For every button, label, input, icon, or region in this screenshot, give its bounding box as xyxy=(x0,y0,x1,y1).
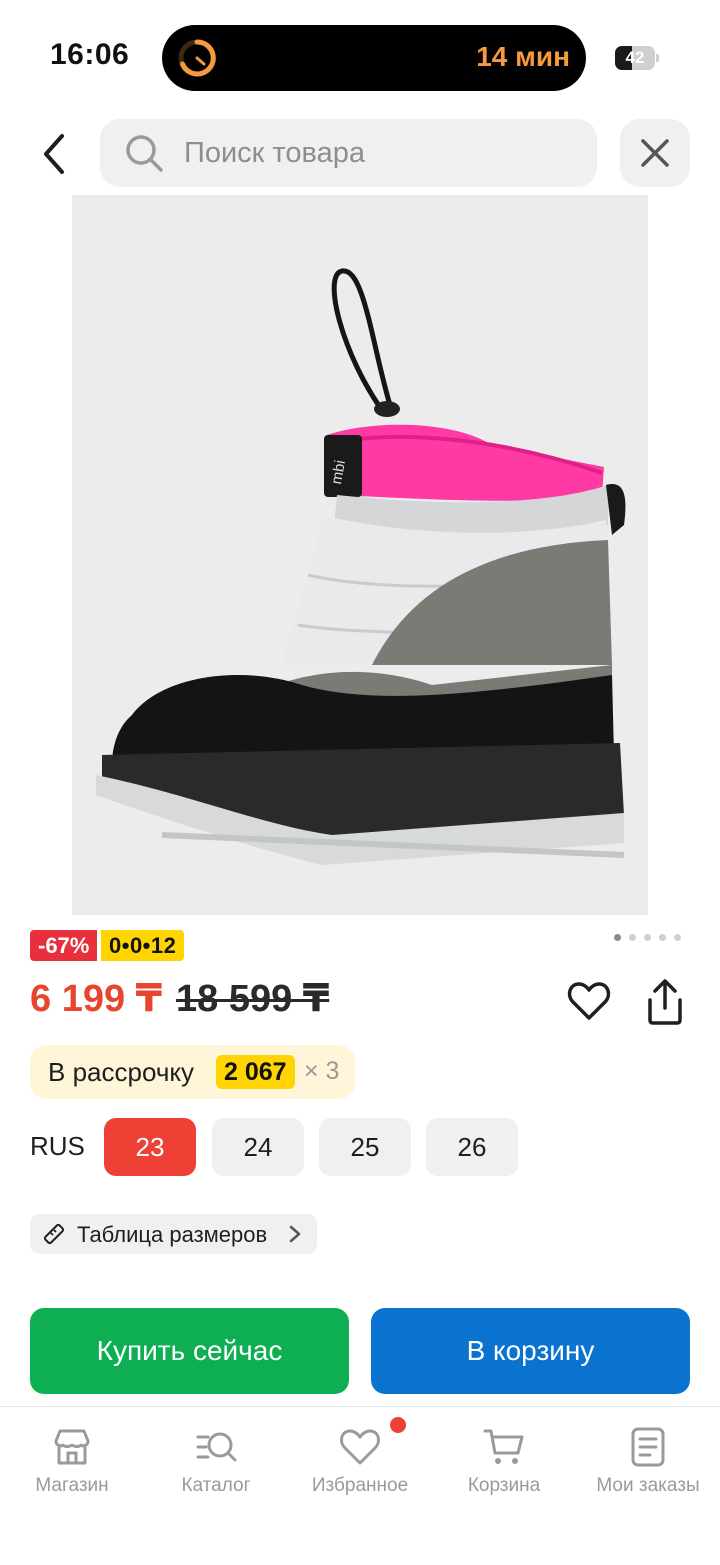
cart-icon xyxy=(483,1429,524,1464)
product-boot-photo: mbi xyxy=(72,195,648,915)
size-option-24[interactable]: 24 xyxy=(212,1118,304,1176)
dynamic-island[interactable]: 14 мин xyxy=(162,25,586,91)
search-input[interactable] xyxy=(184,119,584,187)
nav-label-store: Магазин xyxy=(35,1475,109,1496)
bottom-navigation: Магазин Каталог Избранное Корзина Мои за… xyxy=(0,1406,720,1565)
chevron-left-icon xyxy=(44,134,64,174)
nav-label-cart: Корзина xyxy=(467,1475,541,1496)
store-icon xyxy=(54,1429,90,1465)
installment-badge: 0•0•12 xyxy=(101,930,185,961)
status-time: 16:06 xyxy=(50,38,130,71)
timer-icon xyxy=(178,39,216,77)
nav-item-cart[interactable]: Корзина xyxy=(432,1407,576,1527)
installment-amount: 2 067 xyxy=(216,1055,295,1089)
gallery-dot xyxy=(614,934,621,941)
nav-item-favorites[interactable]: Избранное xyxy=(288,1407,432,1527)
share-icon xyxy=(648,979,682,1025)
back-button[interactable] xyxy=(28,126,80,182)
nav-label-catalog: Каталог xyxy=(181,1475,251,1496)
nav-label-favorites: Избранное xyxy=(311,1475,409,1496)
island-timer-text: 14 мин xyxy=(476,41,570,72)
chevron-right-icon xyxy=(289,1225,301,1243)
installment-offer[interactable]: В рассрочку 2 067 × 3 xyxy=(30,1045,355,1099)
heart-icon xyxy=(340,1429,380,1465)
search-icon xyxy=(126,135,163,172)
gallery-pagination xyxy=(614,934,681,941)
old-price: 18 599 ₸ xyxy=(176,978,330,1020)
close-button[interactable] xyxy=(620,119,690,187)
gallery-dot xyxy=(659,934,666,941)
size-option-26[interactable]: 26 xyxy=(426,1118,518,1176)
battery-level-text: 42 xyxy=(625,48,645,67)
nav-item-orders[interactable]: Мои заказы xyxy=(576,1407,720,1527)
favorite-button[interactable] xyxy=(566,978,612,1024)
size-option-25[interactable]: 25 xyxy=(319,1118,411,1176)
size-option-23[interactable]: 23 xyxy=(104,1118,196,1176)
buy-now-button[interactable]: Купить сейчас xyxy=(30,1308,349,1394)
size-system-label: RUS xyxy=(30,1131,85,1161)
current-price: 6 199 ₸ xyxy=(30,978,163,1020)
close-icon xyxy=(641,139,669,167)
battery-indicator: 42 xyxy=(615,46,659,70)
nav-label-orders: Мои заказы xyxy=(596,1475,700,1496)
gallery-dot xyxy=(674,934,681,941)
share-button[interactable] xyxy=(642,978,688,1026)
nav-item-catalog[interactable]: Каталог xyxy=(144,1407,288,1527)
favorites-notification-badge xyxy=(390,1417,406,1433)
catalog-search-icon xyxy=(196,1432,237,1462)
product-image[interactable]: mbi xyxy=(72,195,648,915)
heart-icon xyxy=(567,982,611,1020)
gallery-dot xyxy=(629,934,636,941)
add-to-cart-button[interactable]: В корзину xyxy=(371,1308,690,1394)
gallery-dot xyxy=(644,934,651,941)
discount-badge: -67% xyxy=(30,930,98,961)
installment-times: × 3 xyxy=(304,1057,340,1085)
nav-item-store[interactable]: Магазин xyxy=(0,1407,144,1527)
search-bar[interactable] xyxy=(100,119,597,187)
size-table-button[interactable]: Таблица размеров xyxy=(30,1214,317,1254)
orders-icon xyxy=(631,1427,665,1467)
size-table-label: Таблица размеров xyxy=(77,1222,268,1247)
ruler-icon xyxy=(43,1223,65,1245)
installment-label: В рассрочку xyxy=(48,1057,195,1087)
